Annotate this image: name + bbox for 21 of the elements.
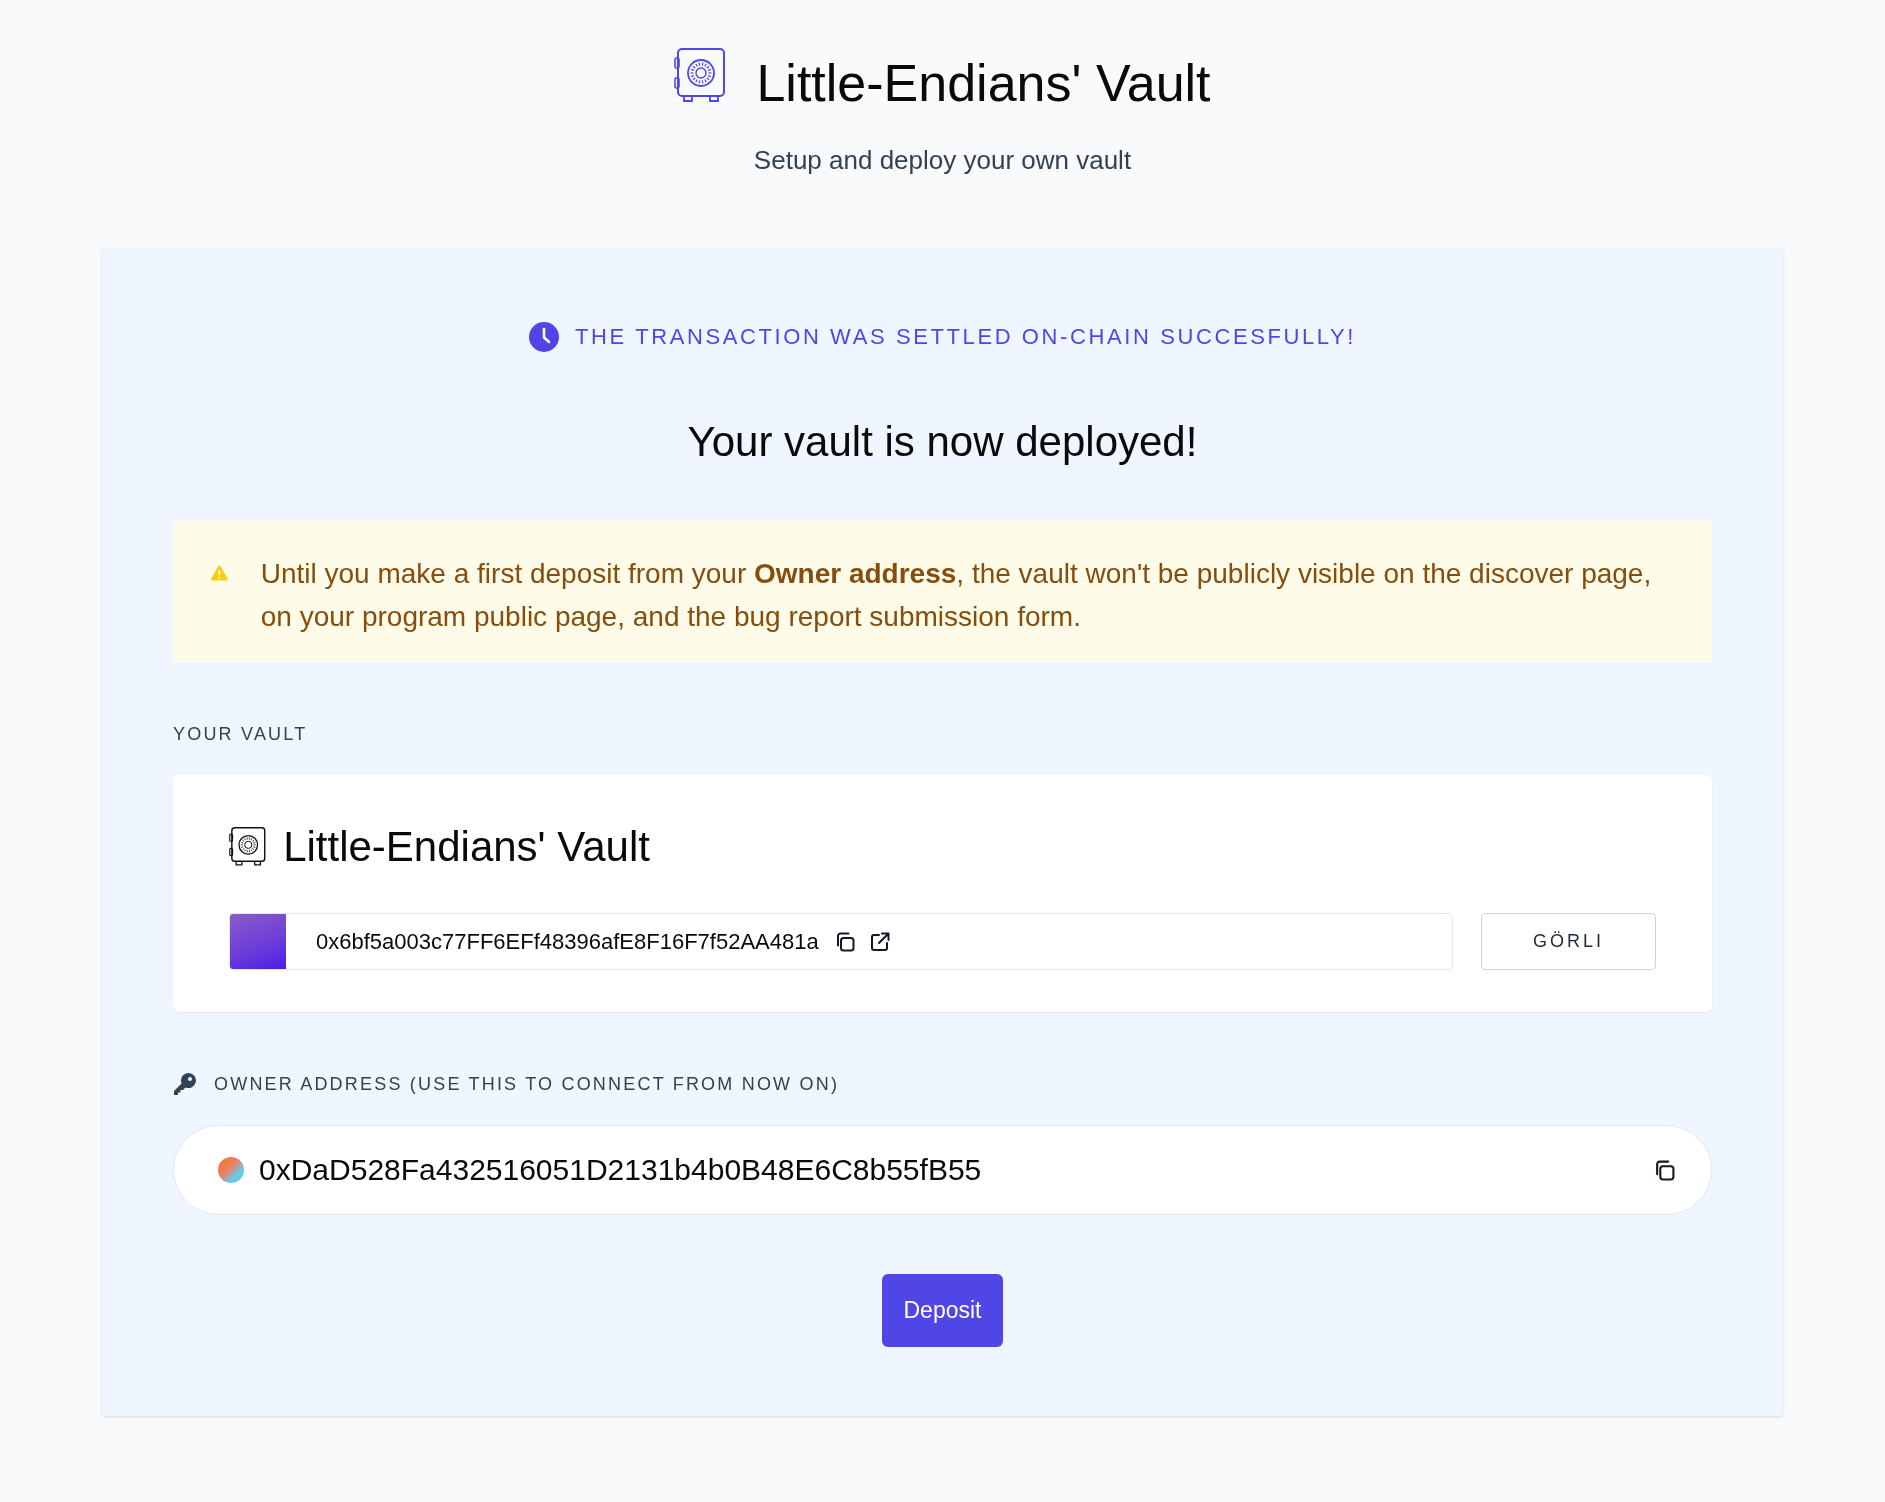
page-subtitle: Setup and deploy your own vault	[753, 145, 1132, 175]
copy-icon[interactable]	[834, 931, 855, 952]
section-label: YOUR VAULT	[173, 723, 308, 746]
owner-address: 0xDaD528Fa432516051D2131b4b0B48E6C8b55fB55	[259, 1152, 982, 1188]
warning-text: Until you make a first deposit from your Owner address, the vault won't be publicly visible on the discover page, on your program public page, and the bug report submission form.	[260, 557, 1653, 634]
vault-name: Little-Endians' Vault	[283, 822, 650, 872]
deployed-heading: Your vault is now deployed!	[686, 418, 1199, 466]
gradient-swatch-icon	[230, 914, 286, 969]
vault-address: 0x6bf5a003c77FF6EFf48396afE8F16F7f52AA481a	[316, 927, 819, 956]
status-message: THE TRANSACTION WAS SETTLED ON-CHAIN SUCCESFULLY!	[575, 323, 1356, 351]
page-title: Little-Endians' Vault	[756, 54, 1211, 112]
copy-icon[interactable]	[1654, 1159, 1675, 1181]
section-label: OWNER ADDRESS (USE THIS TO CONNECT FROM NOW ON)	[214, 1073, 840, 1096]
safe-icon	[674, 48, 727, 104]
deposit-button[interactable]: Deposit	[881, 1274, 1004, 1347]
safe-icon	[229, 827, 267, 867]
clock-icon	[529, 322, 559, 352]
gradient-dot-icon	[218, 1157, 244, 1183]
external-link-icon[interactable]	[869, 931, 890, 952]
key-icon	[173, 1072, 197, 1096]
network-button[interactable]: GÖRLI	[1481, 913, 1656, 970]
